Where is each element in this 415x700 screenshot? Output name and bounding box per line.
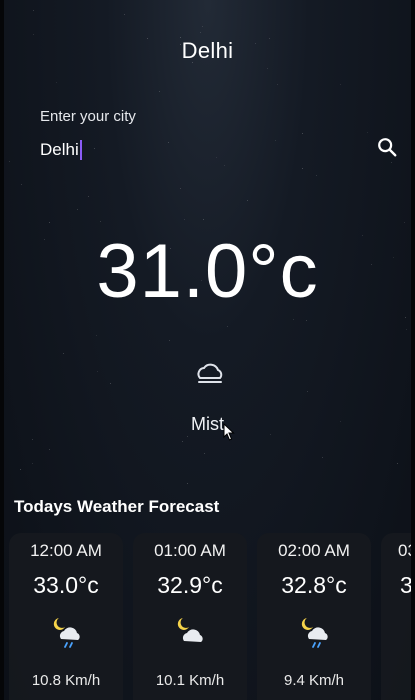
star-speck — [49, 222, 50, 223]
star-speck — [306, 320, 307, 321]
forecast-list[interactable]: 12:00 AM 33.0°c 10.8 Km/h 01:00 AM 32.9°… — [9, 533, 415, 700]
star-speck — [267, 68, 268, 69]
star-speck — [168, 142, 169, 143]
forecast-card[interactable]: 12:00 AM 33.0°c 10.8 Km/h — [9, 533, 123, 700]
star-speck — [293, 319, 294, 320]
mouse-cursor-icon — [223, 423, 235, 441]
city-input-value[interactable]: Delhi — [40, 140, 79, 160]
star-speck — [187, 483, 188, 484]
star-speck — [182, 441, 183, 442]
star-speck — [9, 161, 10, 162]
forecast-temperature: 32.8°c — [281, 572, 347, 598]
star-speck — [88, 196, 89, 197]
city-input[interactable]: Delhi — [40, 140, 82, 160]
star-speck — [406, 329, 407, 330]
star-speck — [97, 371, 98, 372]
star-speck — [169, 340, 170, 341]
star-speck — [32, 439, 33, 440]
forecast-time: 01:00 AM — [154, 541, 226, 560]
star-speck — [32, 463, 33, 464]
star-speck — [277, 84, 278, 85]
city-title: Delhi — [181, 38, 234, 63]
star-speck — [33, 34, 34, 35]
star-speck — [340, 84, 341, 85]
night-rain-icon — [301, 618, 328, 648]
star-speck — [180, 188, 181, 189]
forecast-time: 12:00 AM — [30, 541, 102, 560]
star-speck — [21, 184, 22, 185]
star-speck — [203, 219, 204, 220]
star-speck — [202, 26, 203, 27]
star-speck — [63, 353, 64, 354]
night-cloud-icon — [177, 618, 203, 642]
star-speck — [159, 91, 160, 92]
star-speck — [216, 157, 217, 158]
star-speck — [397, 463, 398, 464]
star-speck — [33, 10, 34, 11]
star-speck — [302, 168, 303, 169]
star-speck — [322, 457, 323, 458]
star-speck — [110, 383, 111, 384]
forecast-heading: Todays Weather Forecast — [14, 497, 220, 516]
star-speck — [20, 469, 21, 470]
forecast-wind: 10.1 Km/h — [155, 672, 225, 689]
star-speck — [247, 200, 248, 201]
star-speck — [391, 162, 392, 163]
star-speck — [367, 132, 368, 133]
forecast-wind: 9.4 Km/h — [283, 672, 345, 689]
forecast-card[interactable]: 03 3 — [381, 533, 415, 700]
star-speck — [224, 165, 225, 166]
current-condition: Mist — [191, 414, 224, 434]
star-speck — [56, 82, 57, 83]
star-speck — [204, 453, 205, 454]
forecast-card[interactable]: 01:00 AM 32.9°c 10.1 Km/h — [133, 533, 247, 700]
search-button[interactable] — [372, 132, 402, 162]
star-speck — [49, 449, 50, 450]
star-speck — [200, 32, 201, 33]
right-edge — [411, 0, 415, 700]
cloud-icon — [197, 363, 223, 383]
forecast-wind: 10.8 Km/h — [31, 672, 101, 689]
star-speck — [227, 326, 228, 327]
forecast-time: 02:00 AM — [278, 541, 350, 560]
current-temperature: 31.0°c — [96, 229, 319, 314]
night-rain-icon — [53, 618, 80, 648]
forecast-temperature: 3 — [400, 572, 413, 598]
star-speck — [275, 140, 276, 141]
star-speck — [184, 219, 185, 220]
search-icon[interactable] — [376, 136, 398, 158]
forecast-temperature: 33.0°c — [33, 572, 99, 598]
star-speck — [96, 335, 97, 336]
text-caret — [79, 140, 82, 160]
city-input-label: Enter your city — [40, 108, 136, 125]
star-speck — [316, 175, 317, 176]
forecast-temperature: 32.9°c — [157, 572, 223, 598]
star-speck — [124, 14, 125, 15]
star-speck — [94, 148, 95, 149]
forecast-time: 03 — [398, 541, 415, 560]
star-speck — [307, 391, 308, 392]
star-speck — [405, 317, 406, 318]
star-speck — [100, 221, 101, 222]
forecast-card[interactable]: 02:00 AM 32.8°c 9.4 Km/h — [257, 533, 371, 700]
left-edge — [0, 0, 4, 700]
star-speck — [302, 133, 303, 134]
weather-screen: Delhi Enter your city Delhi 31.0°c Mist … — [0, 0, 415, 700]
star-speck — [77, 209, 78, 210]
star-speck — [404, 222, 405, 223]
star-speck — [187, 436, 188, 437]
